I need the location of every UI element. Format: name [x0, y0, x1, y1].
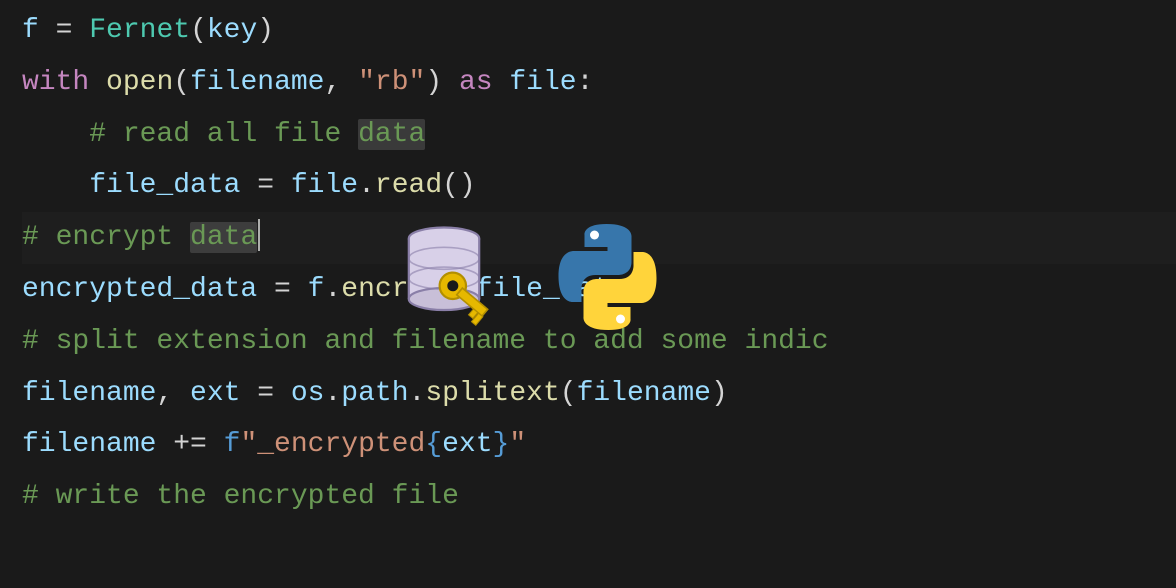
paren: )	[425, 67, 442, 98]
parens: ()	[442, 170, 476, 201]
operator: +=	[156, 429, 223, 460]
variable: file	[509, 67, 576, 98]
string-literal: "	[509, 429, 526, 460]
keyword-with: with	[22, 67, 89, 98]
paren: )	[257, 15, 274, 46]
code-editor[interactable]: f = Fernet(key) with open(filename, "rb"…	[0, 0, 1176, 523]
comment: # encrypt	[22, 222, 190, 253]
code-line-8[interactable]: filename, ext = os.path.splitext(filenam…	[22, 368, 1176, 420]
builtin-open: open	[106, 67, 173, 98]
code-line-5[interactable]: # encrypt data	[22, 212, 1176, 264]
operator: =	[240, 378, 290, 409]
comma: ,	[156, 378, 190, 409]
variable: filename	[22, 378, 156, 409]
fstring-prefix: f	[224, 429, 241, 460]
code-line-2[interactable]: with open(filename, "rb") as file:	[22, 57, 1176, 109]
argument: filename	[190, 67, 324, 98]
comment: # split extension and filename to add so…	[22, 326, 829, 357]
dot: .	[324, 274, 341, 305]
dot: .	[358, 170, 375, 201]
space	[442, 67, 459, 98]
string-literal: "_encrypted	[240, 429, 425, 460]
comment-highlighted: data	[358, 119, 425, 150]
function-call: splitext	[425, 378, 559, 409]
paren: (	[173, 67, 190, 98]
variable: f	[22, 15, 39, 46]
operator: =	[240, 170, 290, 201]
indent	[22, 119, 89, 150]
code-line-1[interactable]: f = Fernet(key)	[22, 5, 1176, 57]
code-line-4[interactable]: file_data = file.read()	[22, 160, 1176, 212]
indent	[22, 170, 89, 201]
fstring-brace: {	[425, 429, 442, 460]
class-name: Fernet	[89, 15, 190, 46]
comment: # read all file	[89, 119, 358, 150]
variable: ext	[190, 378, 240, 409]
code-line-3[interactable]: # read all file data	[22, 109, 1176, 161]
variable: file_data	[89, 170, 240, 201]
argument: key	[207, 15, 257, 46]
fstring-expr: ext	[442, 429, 492, 460]
method-call: read	[375, 170, 442, 201]
object: f	[308, 274, 325, 305]
variable: filename	[22, 429, 156, 460]
paren: )	[711, 378, 728, 409]
comment: # write the encrypted file	[22, 481, 459, 512]
argument: filename	[577, 378, 711, 409]
code-line-6[interactable]: encrypted_data = f.encrypt(file_data)	[22, 264, 1176, 316]
module: os	[291, 378, 325, 409]
space	[89, 67, 106, 98]
cursor	[258, 219, 260, 251]
argument: file_data	[476, 274, 627, 305]
paren: (	[190, 15, 207, 46]
paren: )	[627, 274, 644, 305]
method-call: encrypt	[341, 274, 459, 305]
code-line-9[interactable]: filename += f"_encrypted{ext}"	[22, 419, 1176, 471]
operator: =	[257, 274, 307, 305]
keyword-as: as	[459, 67, 493, 98]
code-line-10[interactable]: # write the encrypted file	[22, 471, 1176, 523]
variable: encrypted_data	[22, 274, 257, 305]
paren: (	[560, 378, 577, 409]
comment-highlighted: data	[190, 222, 257, 253]
dot: .	[409, 378, 426, 409]
space	[493, 67, 510, 98]
operator: =	[39, 15, 89, 46]
paren: (	[459, 274, 476, 305]
dot: .	[324, 378, 341, 409]
colon: :	[577, 67, 594, 98]
object: file	[291, 170, 358, 201]
string-literal: "rb"	[358, 67, 425, 98]
comma: ,	[324, 67, 358, 98]
fstring-brace: }	[493, 429, 510, 460]
code-line-7[interactable]: # split extension and filename to add so…	[22, 316, 1176, 368]
submodule: path	[341, 378, 408, 409]
